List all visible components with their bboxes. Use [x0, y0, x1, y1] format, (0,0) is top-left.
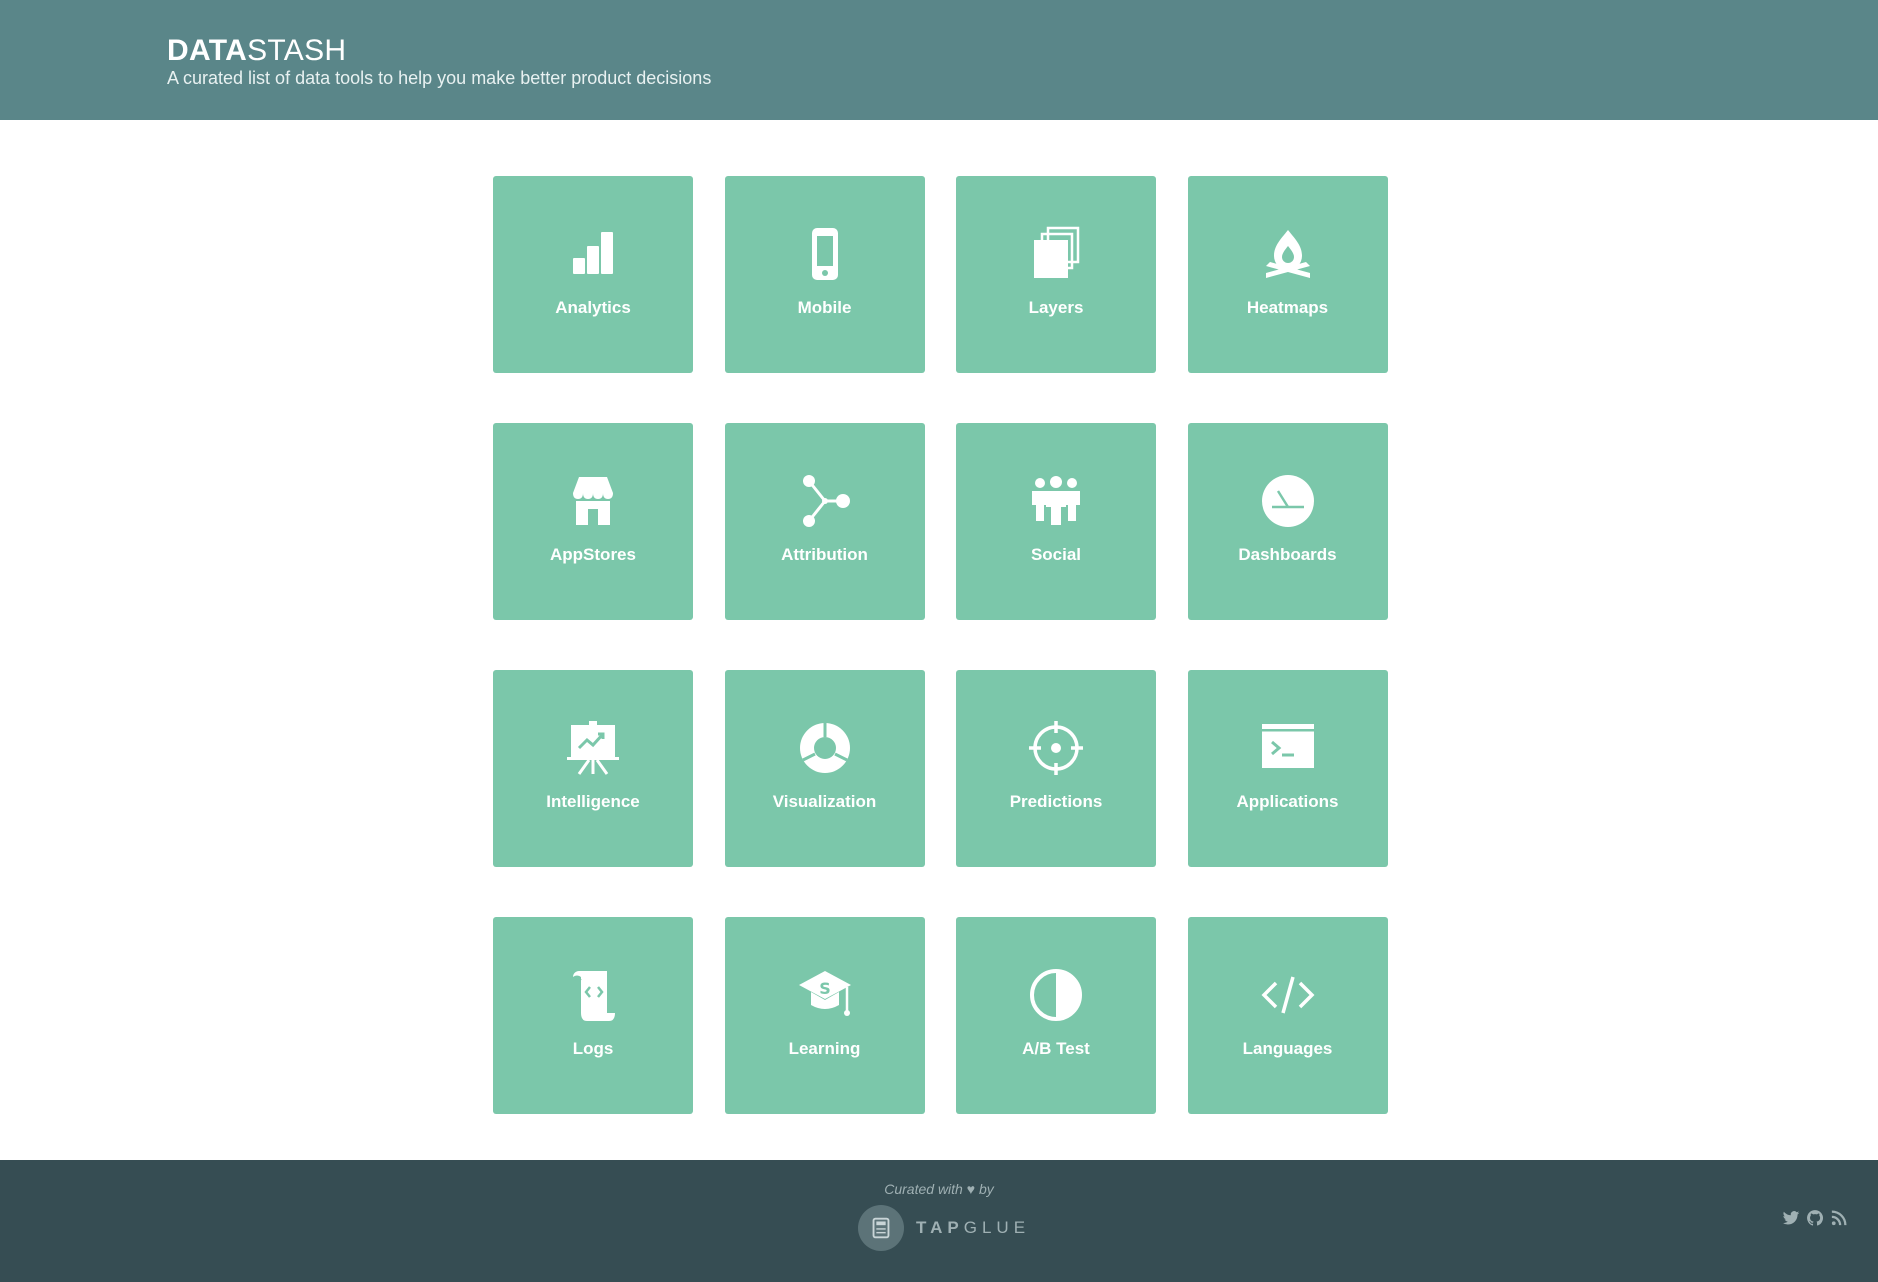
tile-label: Heatmaps: [1246, 298, 1329, 317]
tile-label: Applications: [1236, 792, 1339, 811]
tile-label: Mobile: [797, 298, 852, 317]
tile-label: Learning: [788, 1039, 861, 1058]
mobile-phone-icon: [797, 226, 853, 282]
dashboard-gauge-icon: [1260, 473, 1316, 529]
site-footer: Curated with ♥ by TAPGLUE: [0, 1160, 1878, 1282]
tile-label: A/B Test: [1022, 1039, 1090, 1058]
tile-social[interactable]: Social: [956, 423, 1156, 620]
tile-predictions[interactable]: Predictions: [956, 670, 1156, 867]
crosshair-icon: [1028, 720, 1084, 776]
wordmark-bold: TAP: [916, 1218, 964, 1237]
tile-applications[interactable]: Applications: [1187, 670, 1388, 867]
tile-analytics[interactable]: Analytics: [493, 176, 693, 373]
layers-icon: [1028, 226, 1084, 282]
code-scroll-icon: [565, 967, 621, 1023]
tile-label: Social: [1030, 545, 1082, 564]
tapglue-logo[interactable]: TAPGLUE: [858, 1205, 1030, 1251]
tapglue-mark-icon: [858, 1205, 904, 1251]
brand-bold: DATA: [167, 34, 248, 67]
social-links: [1782, 1209, 1848, 1227]
tile-ab-test[interactable]: A/B Test: [956, 917, 1156, 1114]
graduation-cap-icon: S: [797, 967, 853, 1023]
donut-chart-icon: [797, 720, 853, 776]
tile-label: Predictions: [1009, 792, 1103, 811]
rss-icon[interactable]: [1830, 1209, 1848, 1227]
tile-label: Logs: [572, 1039, 614, 1058]
group-icon: [1028, 473, 1084, 529]
tile-label: Languages: [1242, 1039, 1333, 1058]
tile-intelligence[interactable]: Intelligence: [493, 670, 693, 867]
tile-visualization[interactable]: Visualization: [724, 670, 925, 867]
tile-label: Dashboards: [1238, 545, 1337, 564]
tile-logs[interactable]: Logs: [493, 917, 693, 1114]
github-icon[interactable]: [1806, 1209, 1824, 1227]
tile-layers[interactable]: Layers: [956, 176, 1156, 373]
tile-dashboards[interactable]: Dashboards: [1187, 423, 1388, 620]
tile-mobile[interactable]: Mobile: [724, 176, 925, 373]
tile-label: Attribution: [781, 545, 868, 564]
twitter-icon[interactable]: [1782, 1209, 1800, 1227]
brand-light: STASH: [247, 34, 347, 67]
tapglue-wordmark: TAPGLUE: [916, 1218, 1030, 1238]
heart-icon: ♥: [966, 1181, 976, 1197]
tile-label: Visualization: [772, 792, 877, 811]
svg-text:S: S: [819, 979, 831, 998]
terminal-window-icon: [1260, 720, 1316, 776]
tile-attribution[interactable]: Attribution: [724, 423, 925, 620]
share-nodes-icon: [797, 473, 853, 529]
presentation-board-icon: [565, 720, 621, 776]
curated-suffix: by: [978, 1181, 994, 1197]
wordmark-light: GLUE: [963, 1218, 1031, 1237]
tile-heatmaps[interactable]: Heatmaps: [1187, 176, 1388, 373]
campfire-icon: [1260, 226, 1316, 282]
tile-label: Intelligence: [546, 792, 640, 811]
curated-credit: Curated with ♥ by: [0, 1181, 1878, 1197]
curated-prefix: Curated with: [884, 1181, 963, 1197]
tile-label: Analytics: [555, 298, 631, 317]
code-brackets-icon: [1260, 967, 1316, 1023]
tagline: A curated list of data tools to help you…: [167, 68, 712, 88]
storefront-icon: [565, 473, 621, 529]
tile-label: AppStores: [550, 545, 636, 564]
tile-appstores[interactable]: AppStores: [493, 423, 693, 620]
tile-learning[interactable]: S Learning: [724, 917, 925, 1114]
half-circle-contrast-icon: [1028, 967, 1084, 1023]
bar-chart-icon: [565, 226, 621, 282]
category-grid: Analytics Mobile Layers Heatmaps AppStor…: [493, 176, 1388, 1114]
tile-label: Layers: [1028, 298, 1084, 317]
tile-languages[interactable]: Languages: [1187, 917, 1388, 1114]
site-header: DATASTASH A curated list of data tools t…: [0, 0, 1878, 120]
site-logo[interactable]: DATASTASH: [167, 34, 346, 68]
